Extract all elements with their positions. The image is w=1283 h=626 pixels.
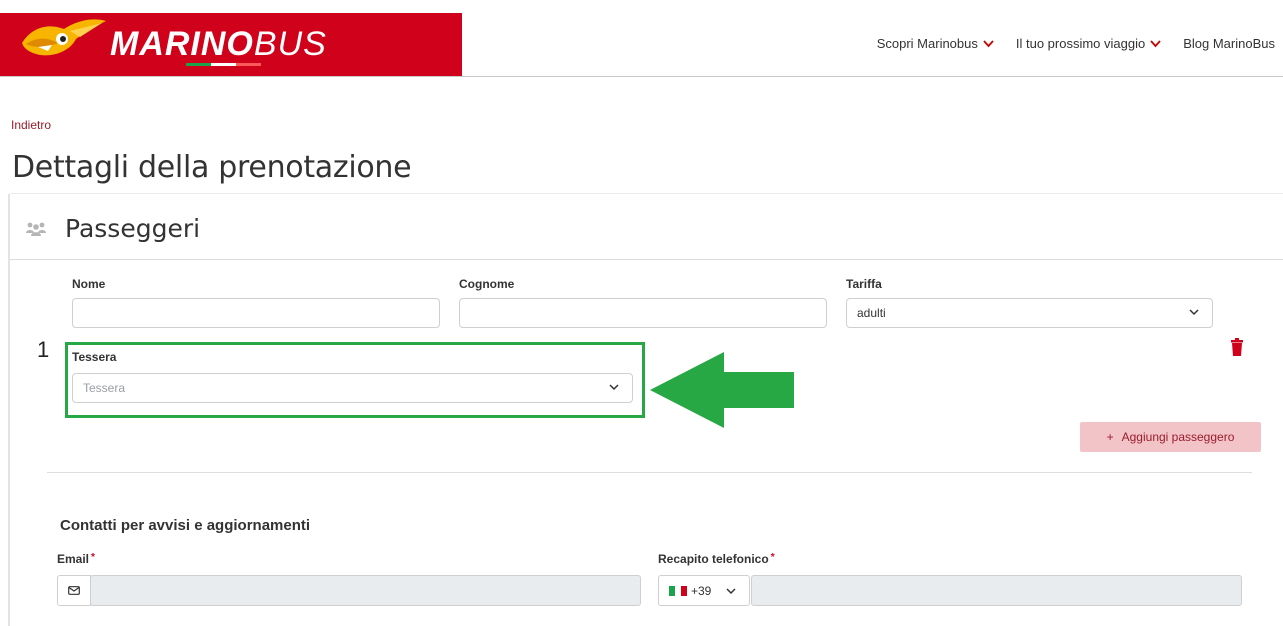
email-input[interactable] <box>90 575 641 606</box>
plus-icon: + <box>1106 430 1114 444</box>
chevron-down-icon <box>1189 309 1199 316</box>
page-title: Dettagli della prenotazione <box>12 150 412 185</box>
cognome-label: Cognome <box>459 277 515 291</box>
phone-label-text: Recapito telefonico <box>658 552 769 566</box>
chevron-down-icon <box>1150 39 1161 47</box>
divider <box>47 472 1252 473</box>
back-link[interactable]: Indietro <box>11 118 51 132</box>
nome-label: Nome <box>72 277 106 291</box>
chevron-down-icon <box>983 39 994 47</box>
contacts-title: Contatti per avvisi e aggiornamenti <box>60 517 311 534</box>
chevron-down-icon <box>609 384 619 391</box>
tariffa-selected-value: adulti <box>857 306 886 320</box>
phone-prefix-select[interactable]: +39 <box>658 575 750 606</box>
tariffa-select[interactable]: adulti <box>846 298 1213 328</box>
section-divider <box>10 259 1283 260</box>
trash-icon[interactable] <box>1229 338 1245 356</box>
arrow-left-icon <box>650 352 794 428</box>
nav-label: Il tuo prossimo viaggio <box>1015 36 1146 51</box>
italian-flag-stripe <box>186 63 262 66</box>
nav-label: Scopri Marinobus <box>876 36 978 51</box>
phone-prefix-value: +39 <box>691 583 712 598</box>
email-label-text: Email <box>57 552 90 566</box>
phone-input[interactable] <box>751 575 1242 606</box>
add-passenger-label: Aggiungi passeggero <box>1121 430 1235 444</box>
section-title-passeggeri: Passeggeri <box>65 214 201 243</box>
tariffa-label: Tariffa <box>846 277 882 291</box>
nav-prossimo-viaggio[interactable]: Il tuo prossimo viaggio <box>1016 36 1161 51</box>
nome-input[interactable] <box>72 298 440 328</box>
italy-flag-icon <box>669 585 687 596</box>
envelope-icon <box>68 586 80 595</box>
site-header: MARINOBUS Scopri Marinobus Il tuo prossi… <box>0 0 1283 77</box>
logo-light: BUS <box>253 25 327 63</box>
cognome-input[interactable] <box>459 298 827 328</box>
passenger-number: 1 <box>37 337 50 362</box>
mascot-logo-icon <box>22 19 106 56</box>
users-icon <box>26 222 46 236</box>
chevron-down-icon <box>726 587 736 594</box>
nav-blog[interactable]: Blog MarinoBus <box>1183 36 1275 51</box>
add-passenger-button[interactable]: + Aggiungi passeggero <box>1080 422 1261 452</box>
tessera-placeholder: Tessera <box>83 381 126 395</box>
phone-label: Recapito telefonico * <box>658 552 775 566</box>
main-nav: Scopri Marinobus Il tuo prossimo viaggio… <box>877 36 1275 51</box>
brand-banner[interactable]: MARINOBUS <box>0 13 462 76</box>
section-top-border <box>10 193 1283 194</box>
email-addon <box>57 575 91 606</box>
tessera-label: Tessera <box>72 350 117 364</box>
email-label: Email * <box>57 552 95 566</box>
nav-label: Blog MarinoBus <box>1183 36 1275 51</box>
required-asterisk: * <box>770 552 775 563</box>
tessera-select[interactable]: Tessera <box>72 373 633 403</box>
logo-bold: MARINO <box>110 25 254 63</box>
required-asterisk: * <box>91 552 95 563</box>
nav-scopri-marinobus[interactable]: Scopri Marinobus <box>877 36 994 51</box>
brand-logo-text: MARINOBUS <box>110 25 327 64</box>
